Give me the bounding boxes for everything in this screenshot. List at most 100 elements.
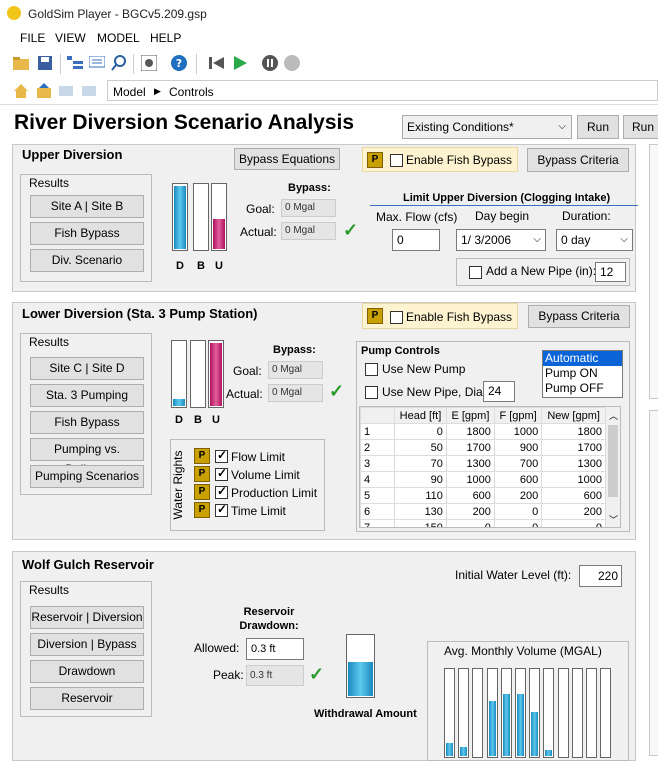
menu-file[interactable]: FILE [20, 31, 45, 45]
enable-fish-bypass-checkbox[interactable] [390, 154, 403, 167]
bypass-criteria-button-lower[interactable]: Bypass Criteria [528, 305, 630, 328]
table-cell[interactable]: 0 [394, 423, 447, 440]
table-cell[interactable]: 700 [493, 455, 543, 472]
monthly-volume-bar-fill [488, 701, 496, 756]
notes-icon[interactable] [88, 54, 106, 72]
chevron-down-icon[interactable]: ﹀ [609, 513, 618, 526]
production-limit-checkbox[interactable] [215, 484, 228, 499]
pump-mode-automatic[interactable]: Automatic [543, 351, 622, 366]
sta-3-pumping-button[interactable]: Sta. 3 Pumping [30, 384, 144, 407]
reservoir-button[interactable]: Reservoir [30, 687, 144, 710]
new-pipe-input[interactable]: 12 [595, 262, 626, 282]
menu-model[interactable]: MODEL [97, 31, 140, 45]
home-icon[interactable] [12, 82, 30, 100]
use-new-pipe-checkbox[interactable] [365, 386, 378, 399]
allowed-drawdown-input[interactable]: 0.3 ft [246, 638, 304, 660]
site-a-site-b-button[interactable]: Site A | Site B [30, 195, 144, 218]
table-cell[interactable]: 1700 [445, 439, 495, 456]
time-limit-checkbox[interactable] [215, 502, 228, 517]
day-begin-label: Day begin [475, 209, 530, 223]
flow-limit-checkbox[interactable] [215, 448, 228, 463]
table-cell[interactable]: 600 [541, 487, 606, 504]
fish-bypass-button[interactable]: Fish Bypass [30, 222, 144, 245]
table-cell[interactable]: 1000 [541, 471, 606, 488]
table-cell[interactable]: 70 [394, 455, 447, 472]
table-cell[interactable]: 1800 [445, 423, 495, 440]
table-cell[interactable]: 600 [493, 471, 543, 488]
table-cell[interactable]: 90 [394, 471, 447, 488]
open-folder-icon[interactable] [12, 54, 30, 72]
forward-icon[interactable] [80, 82, 98, 100]
reservoir-diversion-button[interactable]: Reservoir | Diversion [30, 606, 144, 629]
scenario-select[interactable]: Existing Conditions* ⌵ [402, 115, 572, 139]
save-icon[interactable] [36, 54, 54, 72]
run-icon[interactable] [231, 54, 249, 72]
search-icon[interactable] [110, 54, 128, 72]
breadcrumb-controls[interactable]: Controls [169, 85, 214, 99]
chevron-down-icon: ⌵ [558, 121, 566, 132]
div-scenario-button[interactable]: Div. Scenario [30, 249, 144, 272]
max-flow-input[interactable]: 0 [392, 229, 440, 251]
bypass-criteria-button[interactable]: Bypass Criteria [527, 148, 629, 172]
add-new-pipe-checkbox[interactable] [469, 266, 482, 279]
table-cell[interactable]: 200 [445, 503, 495, 520]
chevron-up-icon[interactable]: ︿ [609, 409, 618, 422]
enable-fish-bypass-checkbox-lower[interactable] [390, 311, 403, 324]
table-cell[interactable]: 0 [445, 519, 495, 527]
table-cell[interactable]: 200 [541, 503, 606, 520]
scrollbar-thumb[interactable] [608, 425, 618, 497]
menu-view[interactable]: VIEW [55, 31, 86, 45]
pump-mode-listbox[interactable]: Automatic Pump ON Pump OFF [542, 350, 623, 398]
help-icon[interactable]: ? [170, 54, 188, 72]
day-begin-datepicker[interactable]: 1/ 3/2006 ⌵ [456, 229, 546, 251]
table-cell[interactable]: 0 [541, 519, 606, 527]
reset-icon[interactable] [208, 54, 226, 72]
drawdown-button[interactable]: Drawdown [30, 660, 144, 683]
pause-icon[interactable] [261, 54, 279, 72]
monthly-volume-bar [486, 668, 498, 758]
pump-mode-off[interactable]: Pump OFF [543, 381, 622, 396]
site-c-site-d-button[interactable]: Site C | Site D [30, 357, 144, 380]
table-cell[interactable]: 50 [394, 439, 447, 456]
table-cell[interactable]: 1700 [541, 439, 606, 456]
table-cell[interactable]: 110 [394, 487, 447, 504]
table-cell[interactable]: 150 [394, 519, 447, 527]
table-cell[interactable]: 1000 [445, 471, 495, 488]
table-cell[interactable]: 0 [493, 519, 543, 527]
diversion-bypass-button[interactable]: Diversion | Bypass [30, 633, 144, 656]
table-cell[interactable]: 1000 [493, 423, 543, 440]
pipe-diameter-input[interactable]: 24 [483, 381, 515, 402]
use-new-pump-checkbox[interactable] [365, 363, 378, 376]
pumping-vs-delivery-button[interactable]: Pumping vs. Delivery [30, 438, 144, 476]
withdrawal-amount-label: Withdrawal Amount [314, 708, 417, 720]
table-cell[interactable]: 0 [493, 503, 543, 520]
table-scrollbar[interactable]: ︿ ﹀ [605, 407, 620, 527]
menu-help[interactable]: HELP [150, 31, 181, 45]
fish-bypass-button-lower[interactable]: Fish Bypass [30, 411, 144, 434]
table-cell[interactable]: 130 [394, 503, 447, 520]
duration-select[interactable]: 0 day ⌵ [556, 229, 633, 251]
table-cell[interactable]: 200 [493, 487, 543, 504]
pump-mode-on[interactable]: Pump ON [543, 366, 622, 381]
step-icon [283, 54, 301, 72]
table-row: 3 70 1300 700 1300 [360, 455, 606, 472]
pumping-scenarios-button[interactable]: Pumping Scenarios [30, 465, 144, 488]
breadcrumb-model[interactable]: Model [113, 85, 146, 99]
browser-tree-icon[interactable] [66, 54, 84, 72]
volume-limit-checkbox[interactable] [215, 466, 228, 481]
initial-water-level-input[interactable]: 220 [579, 565, 622, 587]
back-icon[interactable] [57, 82, 75, 100]
up-level-icon[interactable] [35, 82, 53, 100]
table-cell[interactable]: 1800 [541, 423, 606, 440]
table-cell[interactable]: 900 [493, 439, 543, 456]
tank-d-label: D [175, 414, 183, 426]
simulation-settings-icon[interactable] [140, 54, 158, 72]
column-header: F [gpm] [493, 407, 543, 424]
table-cell[interactable]: 1300 [445, 455, 495, 472]
table-cell[interactable]: 1300 [541, 455, 606, 472]
goal-value: 0 Mgal [268, 361, 323, 379]
run-button[interactable]: Run [577, 115, 619, 139]
bypass-equations-button[interactable]: Bypass Equations [234, 148, 340, 170]
table-cell[interactable]: 600 [445, 487, 495, 504]
run-button-2[interactable]: Run [623, 115, 658, 139]
